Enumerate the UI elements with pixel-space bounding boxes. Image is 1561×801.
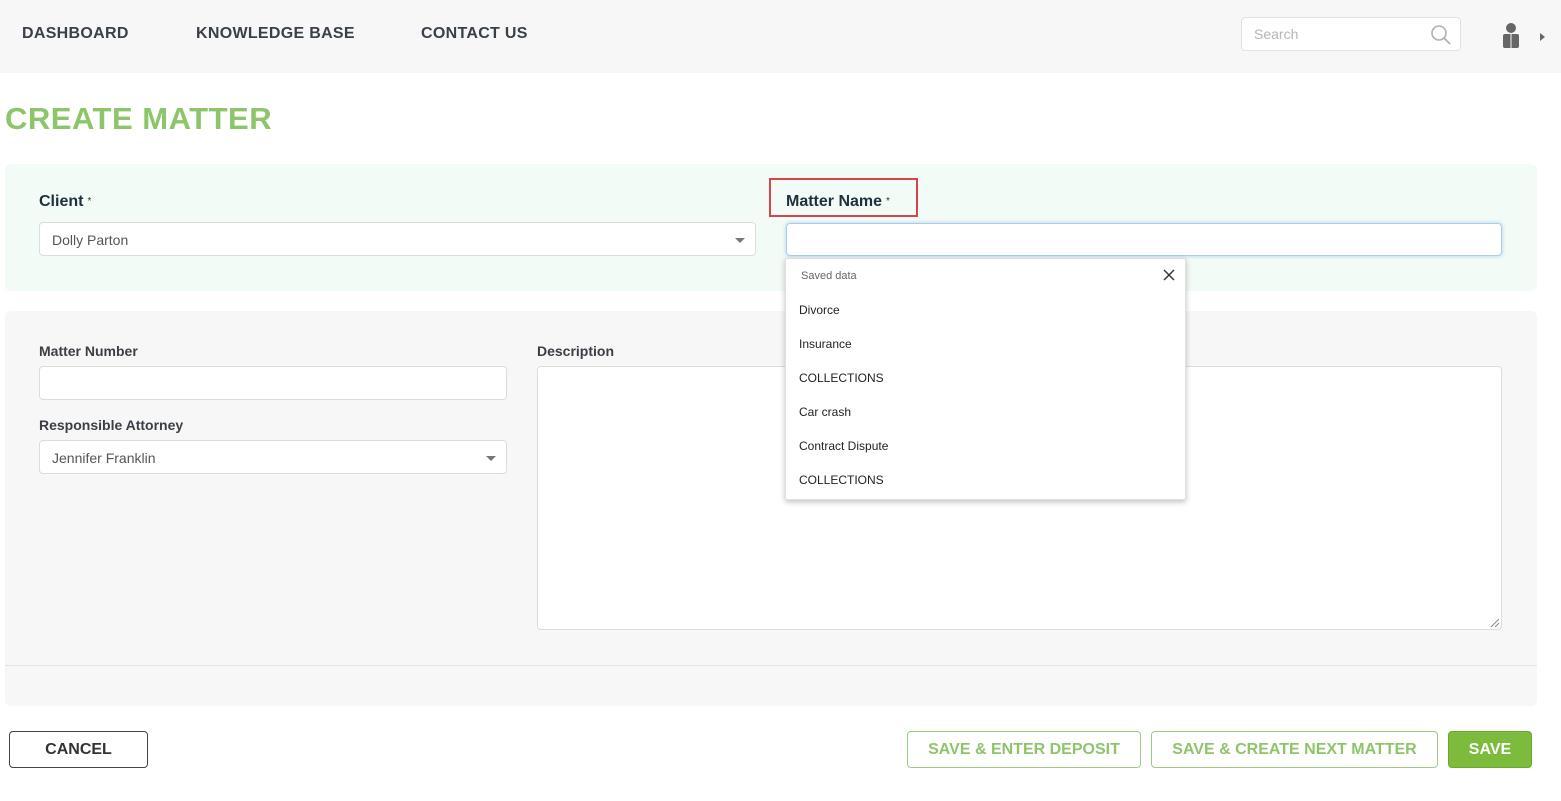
save-enter-deposit-button[interactable]: SAVE & ENTER DEPOSIT	[907, 731, 1141, 768]
matter-number-label: Matter Number	[39, 343, 138, 359]
save-button[interactable]: SAVE	[1448, 731, 1532, 768]
cancel-button[interactable]: CANCEL	[9, 731, 148, 768]
save-create-next-matter-button[interactable]: SAVE & CREATE NEXT MATTER	[1151, 731, 1438, 768]
user-menu[interactable]	[1500, 22, 1550, 52]
required-marker: *	[87, 196, 92, 207]
search-box	[1241, 17, 1461, 51]
dropdown-item[interactable]: COLLECTIONS	[799, 368, 1169, 388]
responsible-attorney-value: Jennifer Franklin	[52, 450, 156, 466]
dropdown-item[interactable]: Insurance	[799, 334, 1169, 354]
search-icon[interactable]	[1430, 24, 1452, 46]
saved-data-dropdown: Saved data Divorce Insurance COLLECTIONS…	[785, 258, 1186, 500]
page-title: CREATE MATTER	[5, 101, 273, 136]
dropdown-item[interactable]: Contract Dispute	[799, 436, 1169, 456]
caret-right-icon	[1540, 33, 1545, 41]
nav-knowledge-base[interactable]: KNOWLEDGE BASE	[196, 25, 355, 43]
nav-contact-us[interactable]: CONTACT US	[421, 25, 528, 43]
chevron-down-icon	[735, 238, 745, 243]
required-marker: *	[886, 196, 890, 207]
matter-name-label: Matter Name *	[786, 193, 890, 210]
matter-name-input[interactable]	[786, 223, 1502, 256]
nav-dashboard[interactable]: DASHBOARD	[22, 25, 129, 43]
search-input[interactable]	[1254, 26, 1424, 42]
user-icon	[1503, 23, 1519, 48]
section-divider	[5, 665, 1537, 666]
responsible-attorney-label: Responsible Attorney	[39, 417, 184, 433]
client-label: Client *	[39, 193, 92, 210]
resize-grip-icon[interactable]	[1490, 618, 1500, 628]
matter-number-input[interactable]	[39, 366, 507, 400]
client-select-value: Dolly Parton	[52, 232, 129, 248]
dropdown-item[interactable]: Divorce	[799, 300, 1169, 320]
client-select[interactable]: Dolly Parton	[39, 222, 756, 256]
dropdown-item[interactable]: COLLECTIONS	[799, 470, 1169, 490]
dropdown-item[interactable]: Car crash	[799, 402, 1169, 422]
chevron-down-icon	[486, 456, 496, 461]
description-label: Description	[537, 343, 615, 359]
responsible-attorney-select[interactable]: Jennifer Franklin	[39, 440, 507, 474]
close-icon[interactable]	[1161, 267, 1177, 283]
dropdown-header: Saved data	[801, 270, 857, 282]
top-nav-bar: DASHBOARD KNOWLEDGE BASE CONTACT US	[0, 0, 1561, 73]
